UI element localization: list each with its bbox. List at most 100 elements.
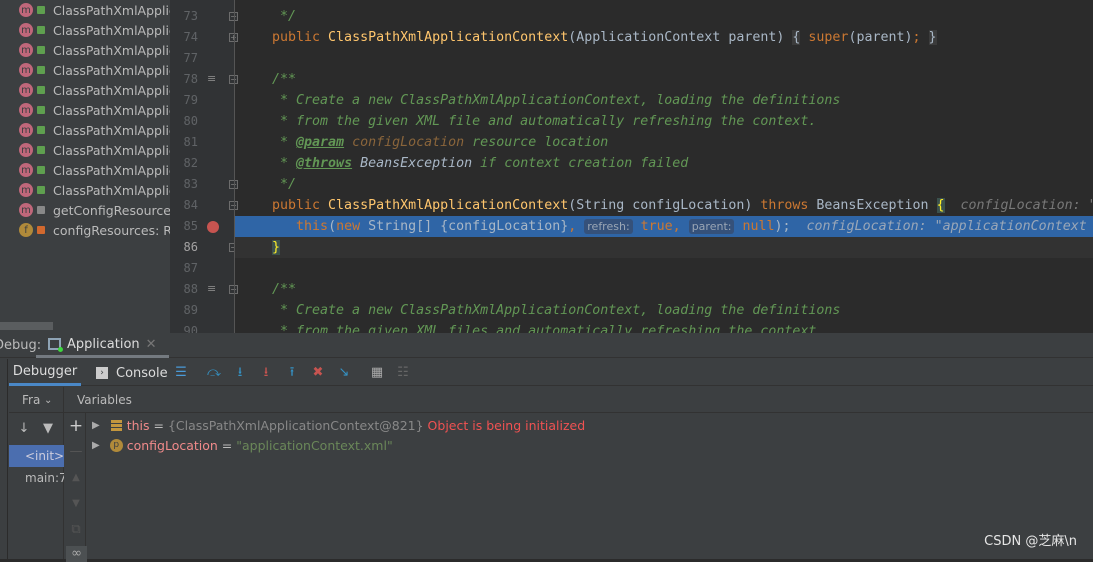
doc-render-icon[interactable]: ≡ xyxy=(207,282,216,295)
doc-render-icon[interactable]: ≡ xyxy=(207,72,216,85)
code-line[interactable]: public ClassPathXmlApplicationContext(St… xyxy=(235,195,1093,216)
method-icon: m xyxy=(19,203,33,217)
code-token: * Create a new ClassPathXmlApplicationCo… xyxy=(272,303,841,318)
method-icon: m xyxy=(19,63,33,77)
code-token: public xyxy=(272,198,329,213)
move-down-icon: ▼ xyxy=(72,498,80,509)
structure-item[interactable]: m ClassPathXmlApplica xyxy=(0,40,170,60)
code-token: String[] {configLocation} xyxy=(368,219,569,234)
code-token: * xyxy=(272,156,297,171)
force-step-into-icon[interactable]: ⭳ xyxy=(258,365,274,381)
code-token: } xyxy=(272,240,281,255)
code-token: * Create a new ClassPathXmlApplicationCo… xyxy=(272,93,841,108)
trace-icon: ☷ xyxy=(397,365,409,380)
code-line[interactable]: public ClassPathXmlApplicationContext(Ap… xyxy=(235,27,1093,48)
variable-value: {ClassPathXmlApplicationContext@821} xyxy=(167,417,424,433)
debug-tool-window: Debug: Application ✕ Debugger › Console ☰… xyxy=(0,333,1093,562)
tab-console[interactable]: › Console xyxy=(96,360,168,386)
code-line[interactable]: this(new String[] {configLocation}, refr… xyxy=(235,216,1093,237)
line-number: 81 xyxy=(183,135,198,149)
code-line[interactable] xyxy=(235,48,1093,69)
frame-item[interactable]: main:7 xyxy=(9,467,64,489)
tab-application[interactable]: Application ✕ xyxy=(36,333,169,358)
structure-item-label: ClassPathXmlApplica xyxy=(53,2,170,18)
application-window-icon xyxy=(48,338,63,352)
code-token: * from the given XML files and automatic… xyxy=(272,324,825,333)
line-number: 87 xyxy=(183,261,198,275)
line-number: 85 xyxy=(183,219,198,233)
variable-row[interactable]: ▶ this = {ClassPathXmlApplicationContext@… xyxy=(92,415,585,435)
code-line[interactable]: /** xyxy=(235,69,1093,90)
method-icon: m xyxy=(19,103,33,117)
drop-frame-icon[interactable]: ✖ xyxy=(310,365,326,381)
horizontal-scrollbar[interactable] xyxy=(0,322,53,330)
glasses-icon[interactable]: ∞ xyxy=(66,546,87,562)
variable-equals: = xyxy=(217,437,237,453)
method-icon: m xyxy=(19,143,33,157)
variables-header: Variables xyxy=(77,393,132,407)
expand-arrow-icon[interactable]: ▶ xyxy=(92,440,100,451)
close-tab-icon[interactable]: ✕ xyxy=(146,337,157,352)
structure-item[interactable]: m ClassPathXmlApplica xyxy=(0,0,170,20)
frames-header[interactable]: Frames ⌄ xyxy=(22,388,52,412)
line-number: 80 xyxy=(183,114,198,128)
move-up-icon: ▲ xyxy=(72,472,80,483)
line-number: 73 xyxy=(183,9,198,23)
structure-item[interactable]: m ClassPathXmlApplica xyxy=(0,20,170,40)
variable-name: configLocation xyxy=(126,437,218,453)
layout-icon[interactable]: ☰ xyxy=(173,365,189,381)
code-line[interactable]: */ xyxy=(235,174,1093,195)
code-line[interactable]: * from the given XML files and automatic… xyxy=(235,321,1093,333)
structure-item[interactable]: m ClassPathXmlApplica xyxy=(0,60,170,80)
structure-item[interactable]: f configResources: Re xyxy=(0,220,170,240)
structure-item[interactable]: m ClassPathXmlApplica xyxy=(0,100,170,120)
run-to-cursor-icon[interactable]: ↘ xyxy=(336,365,352,381)
code-token: * from the given XML file and automatica… xyxy=(272,114,817,129)
filter-icon[interactable]: ▼ xyxy=(40,421,56,437)
code-line[interactable]: } xyxy=(235,237,1093,258)
variable-row[interactable]: ▶ p configLocation = "applicationContext.x… xyxy=(92,435,393,455)
variable-name: this xyxy=(126,417,150,433)
code-token: ClassPathXmlApplicationContext xyxy=(328,198,569,213)
structure-item-label: getConfigResources xyxy=(53,202,170,218)
code-token: , xyxy=(568,219,585,234)
method-icon: m xyxy=(19,3,33,17)
breakpoint-icon[interactable] xyxy=(207,221,219,233)
code-line[interactable]: * @throws BeansException if context crea… xyxy=(235,153,1093,174)
arrow-down-icon[interactable]: ↓ xyxy=(16,421,32,437)
structure-panel: m ClassPathXmlApplica m ClassPathXmlApplica… xyxy=(0,0,170,333)
step-out-icon[interactable]: ⭱ xyxy=(284,365,300,381)
code-line[interactable]: * Create a new ClassPathXmlApplicationCo… xyxy=(235,300,1093,321)
code-line[interactable] xyxy=(235,258,1093,279)
structure-item[interactable]: m getConfigResources xyxy=(0,200,170,220)
public-access-icon xyxy=(37,166,45,174)
code-line[interactable]: */ xyxy=(235,6,1093,27)
structure-item[interactable]: m ClassPathXmlApplica xyxy=(0,80,170,100)
code-token: throws xyxy=(760,198,817,213)
public-access-icon xyxy=(37,86,45,94)
structure-item[interactable]: m ClassPathXmlApplica xyxy=(0,120,170,140)
step-into-icon[interactable]: ⭳ xyxy=(232,365,248,381)
field-icon: f xyxy=(19,223,33,237)
code-line[interactable]: * Create a new ClassPathXmlApplicationCo… xyxy=(235,90,1093,111)
code-token: * xyxy=(272,135,297,150)
line-number: 74 xyxy=(183,30,198,44)
add-watch-icon[interactable]: + xyxy=(68,418,84,435)
code-editor[interactable]: */public ClassPathXmlApplicationContext(… xyxy=(235,0,1093,333)
expand-arrow-icon[interactable]: ▶ xyxy=(92,420,100,431)
line-number: 89 xyxy=(183,303,198,317)
line-number: 78 xyxy=(183,72,198,86)
structure-item[interactable]: m ClassPathXmlApplica xyxy=(0,160,170,180)
code-line[interactable]: * @param configLocation resource locatio… xyxy=(235,132,1093,153)
structure-item[interactable]: m ClassPathXmlApplica xyxy=(0,140,170,160)
step-over-icon[interactable]: ⤼ xyxy=(206,365,222,381)
code-line[interactable]: * from the given XML file and automatica… xyxy=(235,111,1093,132)
code-line[interactable]: /** xyxy=(235,279,1093,300)
frame-item[interactable]: <init>:85 xyxy=(9,445,64,467)
code-token: @throws xyxy=(296,156,353,171)
evaluate-expression-icon[interactable]: ▦ xyxy=(369,365,385,381)
structure-item[interactable]: m ClassPathXmlApplica xyxy=(0,180,170,200)
code-token: null xyxy=(734,219,775,234)
public-access-icon xyxy=(37,146,45,154)
tab-debugger[interactable]: Debugger xyxy=(9,360,81,386)
